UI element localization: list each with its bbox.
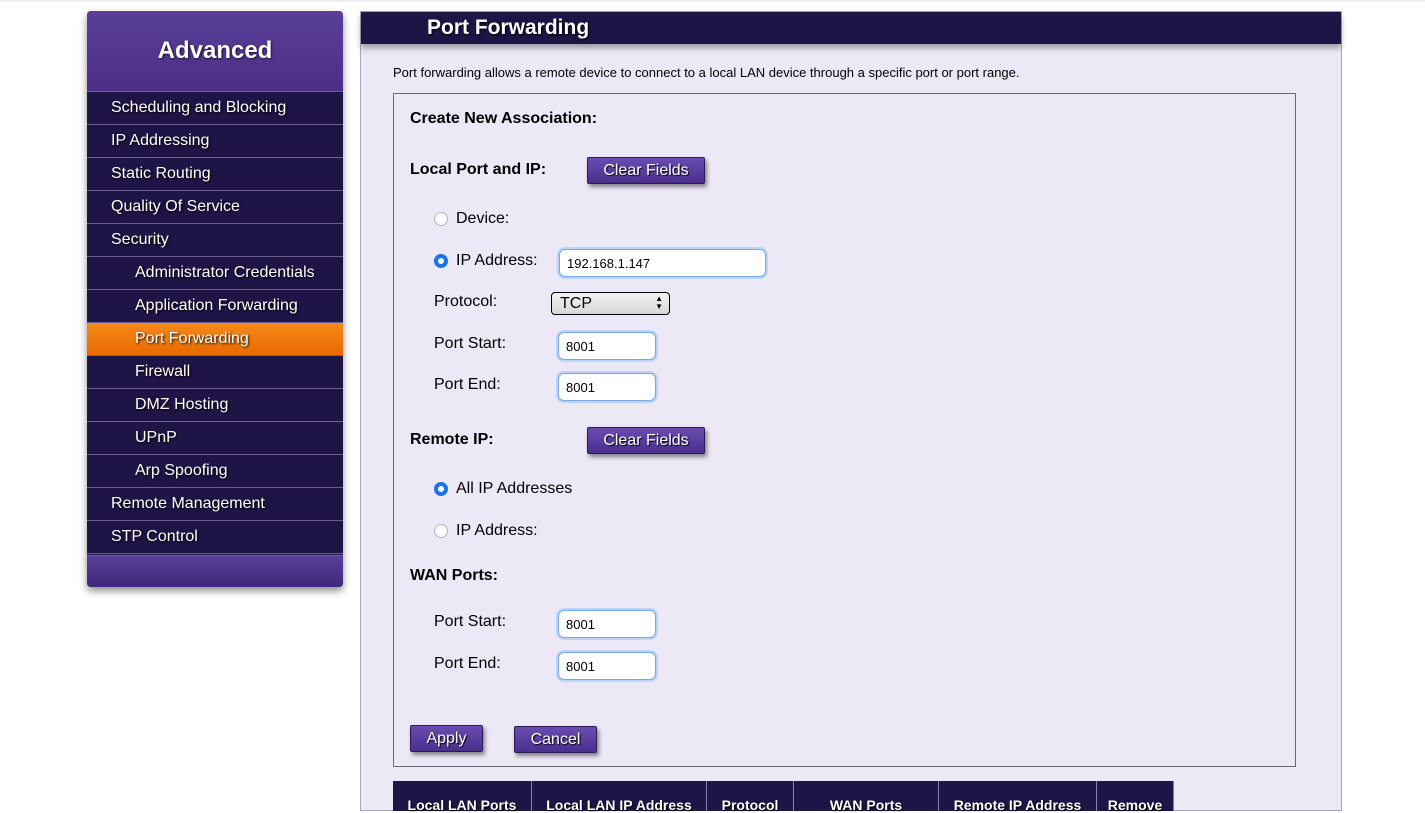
local-port-ip-label: Local Port and IP: (410, 161, 547, 178)
local-clear-fields-button[interactable]: Clear Fields (587, 157, 705, 184)
select-arrows-icon: ▲ ▼ (655, 294, 663, 311)
col-remote-ip: Remote IP Address (939, 781, 1097, 813)
remote-clear-fields-button[interactable]: Clear Fields (587, 427, 705, 454)
sidebar-item-port-forwarding[interactable]: Port Forwarding (87, 323, 343, 356)
section-title: Create New Association: (410, 110, 598, 127)
col-remove: Remove (1097, 781, 1174, 813)
protocol-label: Protocol: (434, 293, 498, 310)
local-ip-label: IP Address: (456, 252, 538, 269)
sidebar-item-ip-addressing[interactable]: IP Addressing (87, 125, 343, 158)
sidebar-item-dmz-hosting[interactable]: DMZ Hosting (87, 389, 343, 422)
col-local-lan-ip: Local LAN IP Address (532, 781, 707, 813)
sidebar-header: Advanced (87, 11, 343, 92)
sidebar: Advanced Scheduling and Blocking IP Addre… (87, 11, 343, 587)
wan-port-end-label: Port End: (434, 655, 501, 672)
cancel-button[interactable]: Cancel (514, 726, 597, 753)
wan-port-end-input[interactable]: 8001 (558, 652, 656, 680)
sidebar-item-arp-spoofing[interactable]: Arp Spoofing (87, 455, 343, 488)
sidebar-item-static-routing[interactable]: Static Routing (87, 158, 343, 191)
sidebar-item-stp-control[interactable]: STP Control (87, 521, 343, 554)
sidebar-item-firewall[interactable]: Firewall (87, 356, 343, 389)
wan-port-start-label: Port Start: (434, 613, 507, 630)
local-port-end-label: Port End: (434, 376, 501, 393)
create-association-box: Create New Association: Local Port and I… (393, 93, 1296, 767)
local-ip-input[interactable]: 192.168.1.147 (559, 249, 766, 277)
forwarding-table-header: Local LAN Ports Local LAN IP Address Pro… (393, 781, 1174, 813)
sidebar-item-administrator-credentials[interactable]: Administrator Credentials (87, 257, 343, 290)
sidebar-title: Advanced (157, 37, 273, 64)
local-ip-radio[interactable] (434, 254, 448, 268)
apply-button[interactable]: Apply (410, 725, 483, 752)
page-title: Port Forwarding (427, 16, 590, 39)
page-description: Port forwarding allows a remote device t… (393, 65, 1020, 80)
sidebar-item-quality-of-service[interactable]: Quality Of Service (87, 191, 343, 224)
remote-ip-radio[interactable] (434, 524, 448, 538)
local-port-start-input[interactable]: 8001 (558, 332, 656, 360)
all-ip-radio[interactable] (434, 482, 448, 496)
device-label: Device: (456, 210, 510, 227)
protocol-select[interactable]: TCP ▲ ▼ (551, 292, 670, 315)
wan-ports-label: WAN Ports: (410, 567, 498, 584)
col-local-lan-ports: Local LAN Ports (393, 781, 532, 813)
sidebar-item-scheduling-and-blocking[interactable]: Scheduling and Blocking (87, 92, 343, 125)
wan-port-start-input[interactable]: 8001 (558, 610, 656, 638)
col-wan-ports: WAN Ports (794, 781, 939, 813)
device-radio[interactable] (434, 212, 448, 226)
page-header: Port Forwarding (361, 12, 1341, 44)
remote-ip-label: Remote IP: (410, 431, 494, 448)
sidebar-item-application-forwarding[interactable]: Application Forwarding (87, 290, 343, 323)
sidebar-nav: Scheduling and Blocking IP Addressing Stat… (87, 92, 343, 554)
sidebar-item-security[interactable]: Security (87, 224, 343, 257)
remote-ip-address-label: IP Address: (456, 522, 538, 539)
sidebar-footer (87, 555, 343, 587)
all-ip-label: All IP Addresses (456, 480, 573, 497)
sidebar-item-remote-management[interactable]: Remote Management (87, 488, 343, 521)
col-protocol: Protocol (707, 781, 794, 813)
sidebar-item-upnp[interactable]: UPnP (87, 422, 343, 455)
local-port-end-input[interactable]: 8001 (558, 373, 656, 401)
top-divider (0, 0, 1425, 2)
main-panel: Port Forwarding Port forwarding allows a… (360, 11, 1342, 813)
protocol-value: TCP (560, 294, 592, 312)
local-port-start-label: Port Start: (434, 335, 507, 352)
